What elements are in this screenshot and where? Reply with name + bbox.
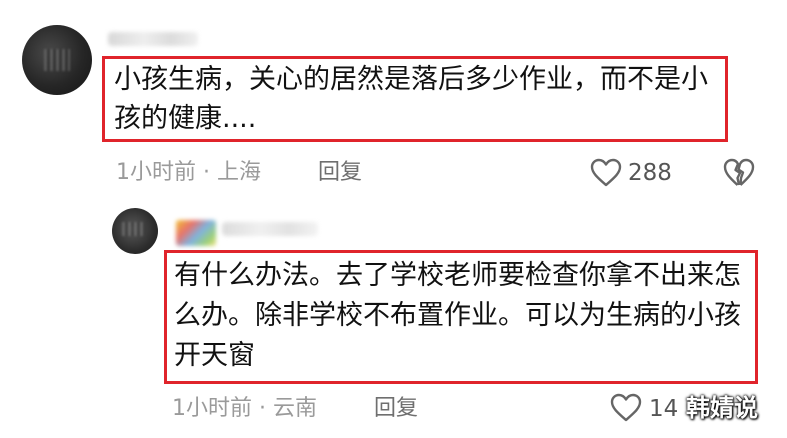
comment-text: 小孩生病，关心的居然是落后多少作业，而不是小孩的健康.... <box>114 64 708 134</box>
broken-heart-icon[interactable] <box>722 157 756 189</box>
username-blurred[interactable] <box>108 32 198 46</box>
watermark: 韩婧说 <box>686 394 758 422</box>
comment-time-location: 1小时前 · 云南 <box>172 396 317 421</box>
username-blurred[interactable] <box>222 222 318 236</box>
avatar[interactable] <box>112 208 158 254</box>
avatar[interactable] <box>22 25 92 95</box>
user-badge-blurred <box>176 220 216 246</box>
reply-button[interactable]: 回复 <box>318 158 362 188</box>
heart-outline-icon[interactable] <box>609 392 643 424</box>
comment-text: 有什么办法。去了学校老师要检查你拿不出来怎么办。除非学校不布置作业。可以为生病的… <box>174 260 741 371</box>
heart-outline-icon[interactable] <box>589 157 623 189</box>
like-count: 288 <box>628 160 672 186</box>
like-count: 14 <box>649 396 679 422</box>
reply-button[interactable]: 回复 <box>374 394 418 424</box>
comment-time-location: 1小时前 · 上海 <box>116 160 261 185</box>
